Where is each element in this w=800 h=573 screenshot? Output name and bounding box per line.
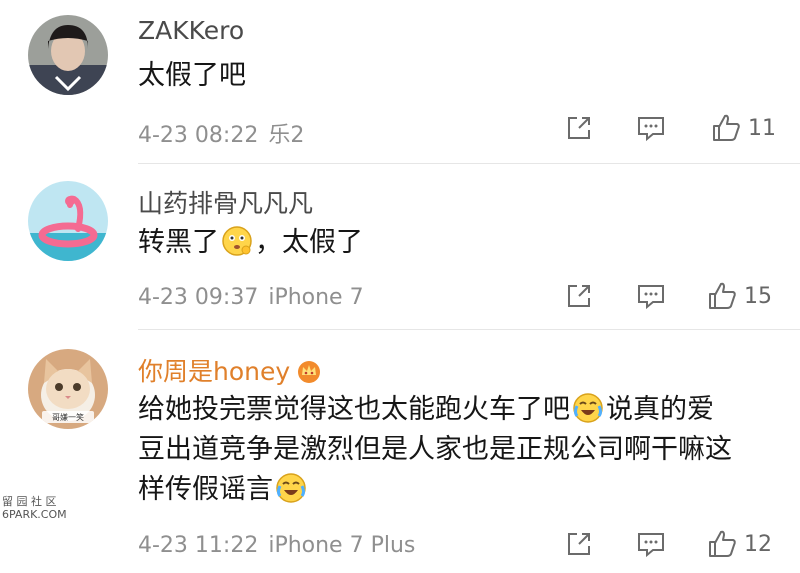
comment-meta: 4-23 08:22 乐2	[138, 117, 304, 149]
laugh-cry-emoji-icon	[276, 473, 306, 503]
client-source: iPhone 7 Plus	[268, 533, 416, 558]
comment-text-part: 说真的爱	[606, 394, 714, 425]
client-source: iPhone 7	[268, 285, 364, 310]
comment-meta: 4-23 09:37 iPhone 7	[138, 285, 364, 310]
thumbs-up-icon	[709, 282, 736, 309]
username-text: 你周是honey	[138, 357, 291, 386]
comment-icon	[638, 285, 664, 310]
avatar-caption: 哥嫌一笑	[52, 412, 84, 422]
laugh-cry-emoji-icon	[573, 393, 603, 423]
username[interactable]: ZAKKero	[138, 16, 244, 45]
reply-button[interactable]	[636, 282, 666, 310]
avatar[interactable]: 哥嫌一笑	[28, 349, 108, 429]
comment-line: 给她投完票觉得这也太能跑火车了吧 说真的爱	[138, 390, 778, 430]
like-button[interactable]: 12	[706, 528, 772, 560]
like-button[interactable]: 11	[710, 112, 776, 144]
share-button[interactable]	[565, 282, 593, 310]
thinking-emoji-icon	[222, 226, 252, 256]
comment-icon	[638, 117, 664, 142]
comment-text-part: 给她投完票觉得这也太能跑火车了吧	[138, 394, 570, 425]
like-count: 12	[744, 531, 772, 557]
comment-meta: 4-23 11:22 iPhone 7 Plus	[138, 533, 415, 558]
thumbs-up-icon	[709, 530, 736, 557]
comment-text-part: 样传假谣言	[138, 474, 273, 505]
comment-line: 样传假谣言	[138, 470, 778, 510]
comment-text: 给她投完票觉得这也太能跑火车了吧 说真的爱 豆出道竞争是激烈但是人家也是正规公司啊…	[138, 390, 778, 510]
comment-text-part: ，太假了	[255, 227, 363, 258]
watermark: 留 园 社 区 6PARK.COM	[2, 495, 82, 521]
username[interactable]: 你周是honey	[138, 352, 322, 388]
timestamp: 4-23 11:22	[138, 533, 259, 558]
reply-button[interactable]	[636, 114, 666, 142]
reply-button[interactable]	[636, 530, 666, 558]
share-icon	[568, 285, 590, 307]
username[interactable]: 山药排骨凡凡凡	[138, 184, 313, 220]
timestamp: 4-23 08:22	[138, 123, 259, 148]
share-icon	[568, 533, 590, 555]
like-count: 15	[744, 283, 772, 309]
comment-text: 转黑了 ，太假了	[138, 223, 778, 263]
comment-icon	[638, 533, 664, 558]
crown-badge-icon	[298, 361, 321, 383]
comment-text: 太假了吧	[138, 60, 246, 91]
share-button[interactable]	[565, 114, 593, 142]
watermark-line: 留 园 社 区	[2, 495, 57, 508]
divider	[138, 329, 800, 330]
watermark-line: 6PARK.COM	[2, 508, 67, 521]
timestamp: 4-23 09:37	[138, 285, 259, 310]
comment-text-part: 转黑了	[138, 227, 219, 258]
share-button[interactable]	[565, 530, 593, 558]
share-icon	[568, 117, 590, 139]
avatar[interactable]	[28, 181, 108, 261]
divider	[138, 163, 800, 164]
avatar[interactable]	[28, 15, 108, 95]
like-button[interactable]: 15	[706, 280, 772, 312]
like-count: 11	[748, 115, 776, 141]
comment-line: 豆出道竞争是激烈但是人家也是正规公司啊干嘛这	[138, 434, 732, 465]
client-source: 乐2	[268, 123, 305, 148]
thumbs-up-icon	[713, 114, 740, 141]
